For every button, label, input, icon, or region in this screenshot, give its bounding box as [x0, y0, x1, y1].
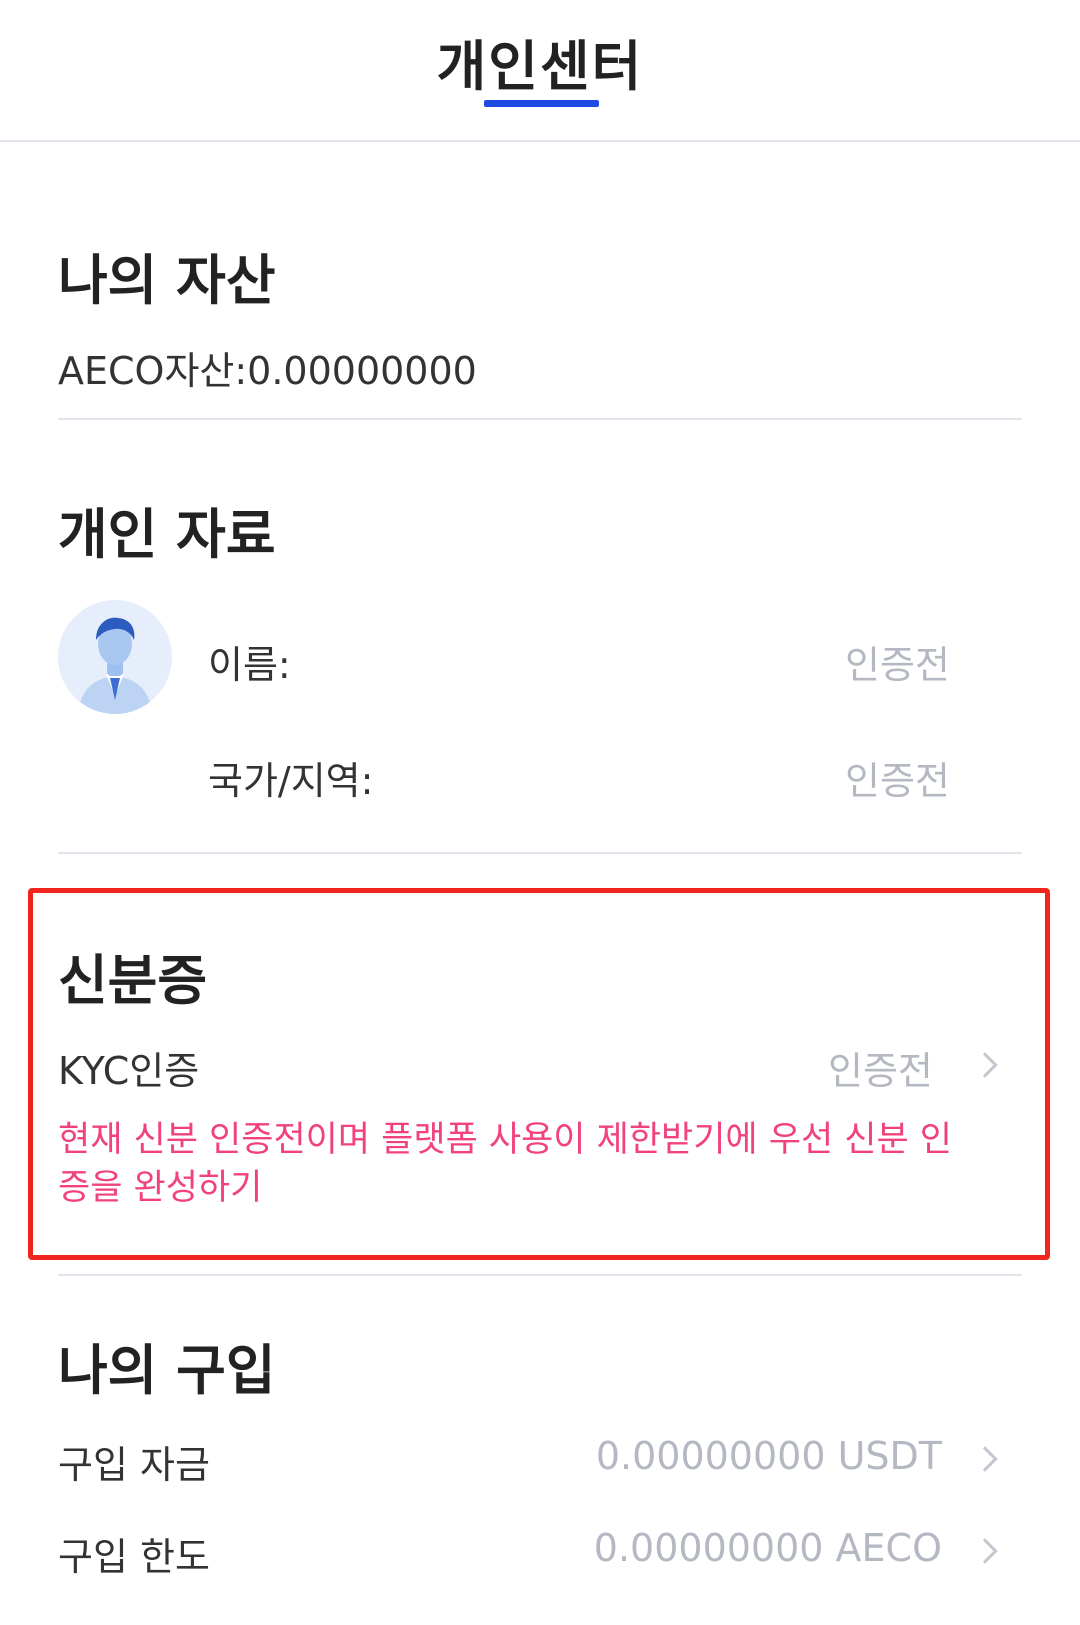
- chevron-right-icon: [972, 1538, 998, 1564]
- name-label: 이름:: [208, 643, 291, 687]
- kyc-warning-text: 현재 신분 인증전이며 플랫폼 사용이 제한받기에 우선 신분 인증을 완성하기: [58, 1120, 953, 1208]
- kyc-row[interactable]: KYC인증 인증전: [58, 1026, 1022, 1096]
- name-status: 인증전: [845, 643, 950, 687]
- page-header: 개인센터: [0, 0, 1080, 142]
- funds-value: 0.00000000 USDT: [595, 1434, 942, 1478]
- limit-value: 0.00000000 AECO: [593, 1526, 942, 1570]
- limit-label: 구입 한도: [58, 1535, 210, 1579]
- tab-underline: [484, 100, 599, 107]
- funds-label: 구입 자금: [58, 1443, 210, 1487]
- purchase-limit-row[interactable]: 구입 한도 0.00000000 AECO: [58, 1512, 1022, 1582]
- kyc-status: 인증전: [828, 1049, 933, 1093]
- purchase-title: 나의 구입: [58, 1339, 276, 1402]
- region-status: 인증전: [845, 759, 950, 803]
- divider: [58, 1274, 1022, 1276]
- divider: [58, 852, 1022, 854]
- identity-title: 신분증: [58, 949, 208, 1012]
- kyc-label: KYC인증: [58, 1049, 200, 1093]
- chevron-right-icon: [972, 1446, 998, 1472]
- chevron-right-icon: [972, 1052, 998, 1078]
- purchase-funds-row[interactable]: 구입 자금 0.00000000 USDT: [58, 1420, 1022, 1490]
- user-avatar-icon: [58, 600, 172, 714]
- profile-title: 개인 자료: [58, 503, 276, 566]
- assets-title: 나의 자산: [58, 249, 276, 312]
- region-label: 국가/지역:: [208, 759, 374, 803]
- page-title: 개인센터: [436, 35, 644, 98]
- aeco-balance: AECO자산:0.00000000: [58, 349, 477, 393]
- divider: [58, 418, 1022, 420]
